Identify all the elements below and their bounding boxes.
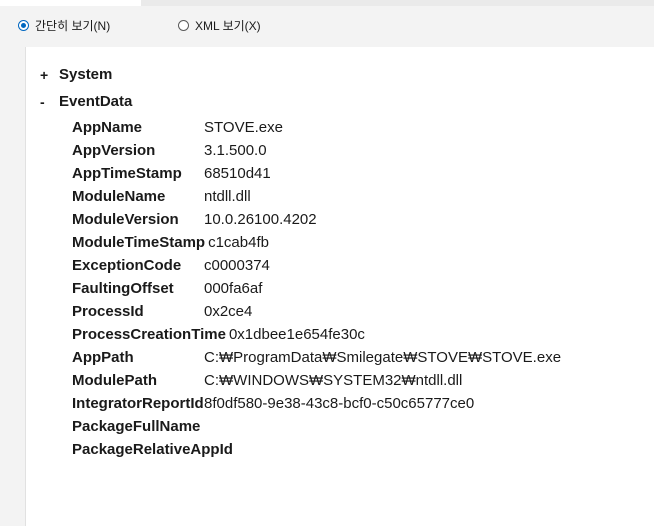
event-field-key: ModuleVersion	[72, 211, 179, 228]
event-field-row: FaultingOffset 000fa6af	[72, 279, 262, 299]
event-field-value: 0x2ce4	[204, 303, 253, 320]
tab-edge	[0, 0, 141, 6]
event-field-value: C:₩ProgramData₩Smilegate₩STOVE₩STOVE.exe	[204, 349, 562, 366]
event-field-row: ExceptionCode c0000374	[72, 256, 270, 276]
event-field-value: c0000374	[204, 257, 270, 274]
event-field-row: IntegratorReportId8f0df580-9e38-43c8-bcf…	[72, 394, 474, 414]
event-field-value: 10.0.26100.4202	[204, 211, 317, 228]
collapse-toggle-icon[interactable]: -	[40, 94, 54, 110]
event-field-value: 0x1dbee1e654fe30c	[228, 326, 365, 343]
event-field-value: c1cab4fb	[208, 234, 269, 251]
event-field-key: AppVersion	[72, 142, 156, 159]
expand-toggle-icon[interactable]: +	[40, 67, 54, 83]
event-field-row: AppName STOVE.exe	[72, 118, 283, 138]
event-field-key: AppPath	[72, 349, 134, 366]
event-field-key: PackageRelativeAppId	[72, 441, 233, 458]
event-field-key: PackageFullName	[72, 418, 201, 435]
event-field-key: IntegratorReportId	[72, 395, 204, 412]
event-field-row: ProcessId 0x2ce4	[72, 302, 252, 322]
event-field-value: 3.1.500.0	[204, 142, 267, 159]
xml-view-radio[interactable]	[178, 20, 189, 31]
event-field-key: AppTimeStamp	[72, 165, 182, 182]
event-field-row: PackageFullName	[72, 417, 204, 437]
event-field-value: 000fa6af	[204, 280, 263, 297]
simple-view-option[interactable]: 간단히 보기(N)	[18, 17, 110, 34]
event-field-key: ExceptionCode	[72, 257, 182, 274]
event-field-key: ModulePath	[72, 372, 157, 389]
left-gutter	[0, 47, 25, 526]
event-field-key: ModuleName	[72, 188, 166, 205]
event-field-key: FaultingOffset	[72, 280, 174, 297]
event-field-key: ProcessId	[72, 303, 144, 320]
event-field-row: AppTimeStamp 68510d41	[72, 164, 271, 184]
event-field-row: ModuleTimeStamp c1cab4fb	[72, 233, 269, 253]
event-field-row: ModuleName ntdll.dll	[72, 187, 251, 207]
tree-node-label: EventData	[59, 93, 133, 110]
event-field-row: ModulePath C:₩WINDOWS₩SYSTEM32₩ntdll.dll	[72, 371, 462, 391]
simple-view-label[interactable]: 간단히 보기(N)	[35, 17, 110, 34]
tree-node-system[interactable]: + System	[40, 66, 112, 83]
event-field-value: 68510d41	[204, 165, 271, 182]
xml-view-label[interactable]: XML 보기(X)	[195, 17, 261, 34]
event-field-value: 8f0df580-9e38-43c8-bcf0-c50c65777ce0	[204, 395, 475, 412]
event-field-row: AppVersion 3.1.500.0	[72, 141, 267, 161]
event-field-key: ProcessCreationTime	[72, 326, 226, 343]
simple-view-radio[interactable]	[18, 20, 29, 31]
event-field-key: ModuleTimeStamp	[72, 234, 206, 251]
event-field-value: STOVE.exe	[204, 119, 283, 136]
tree-node-label: System	[59, 66, 113, 83]
event-field-value: C:₩WINDOWS₩SYSTEM32₩ntdll.dll	[204, 372, 463, 389]
xml-view-option[interactable]: XML 보기(X)	[178, 17, 261, 34]
event-field-row: PackageRelativeAppId	[72, 440, 236, 460]
event-field-row: ProcessCreationTime 0x1dbee1e654fe30c	[72, 325, 365, 345]
event-field-value: ntdll.dll	[204, 188, 251, 205]
tree-node-eventdata[interactable]: - EventData	[40, 93, 132, 110]
tab-strip	[0, 0, 654, 6]
event-field-row: AppPath C:₩ProgramData₩Smilegate₩STOVE₩ST…	[72, 348, 561, 368]
event-field-row: ModuleVersion 10.0.26100.4202	[72, 210, 317, 230]
event-field-key: AppName	[72, 119, 143, 136]
